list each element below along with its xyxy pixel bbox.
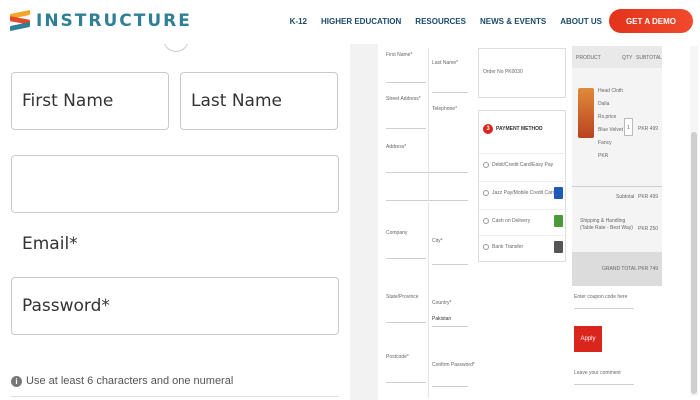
checkout-label: Last Name* — [432, 60, 459, 66]
grand-total-row: GRAND TOTAL PKR 749 — [572, 252, 662, 286]
input-line[interactable] — [386, 172, 468, 173]
password-hint-text: Use at least 6 characters and one numera… — [26, 375, 234, 387]
cash-icon — [554, 215, 563, 227]
input-line[interactable] — [386, 322, 426, 323]
input-line[interactable] — [386, 82, 426, 83]
nav-news-events[interactable]: NEWS & EVENTS — [480, 17, 546, 26]
checkout-label: State/Province — [386, 294, 419, 300]
checkout-label: Country* — [432, 300, 452, 306]
checkout-label: Postcode* — [386, 354, 409, 360]
payment-option[interactable]: Cash on Delivery — [479, 209, 567, 233]
nav-about-us[interactable]: ABOUT US — [560, 17, 602, 26]
country-value[interactable]: Pakistan — [432, 316, 451, 322]
input-line[interactable] — [432, 264, 468, 265]
blank-text-field[interactable] — [11, 155, 339, 213]
order-summary: PRODUCT QTY SUBTOTAL Head Cloth Dalia Rs… — [572, 46, 662, 286]
summary-col-subtotal: SUBTOTAL — [636, 55, 662, 61]
payment-option-label: Jazz Pay/Mobile Credit Card — [492, 190, 556, 196]
coupon-input[interactable] — [574, 308, 634, 309]
nav-resources[interactable]: RESOURCES — [415, 17, 466, 26]
brand-name: INSTRUCTURE — [36, 11, 192, 31]
radio-icon[interactable] — [483, 162, 489, 168]
payment-method-card: 3 PAYMENT METHOD Debit/Credit Card/Easy … — [478, 110, 567, 262]
payment-option[interactable]: Jazz Pay/Mobile Credit Card — [479, 181, 567, 205]
scroll-indicator — [163, 44, 189, 52]
email-label: Email* — [22, 234, 78, 254]
summary-divider — [572, 186, 662, 187]
comment-input[interactable] — [574, 384, 634, 385]
step-badge: 3 — [483, 124, 493, 134]
payment-option[interactable]: Bank Transfer — [479, 235, 567, 259]
product-line: Rs.price — [598, 114, 617, 120]
get-a-demo-button[interactable]: GET A DEMO — [609, 9, 693, 33]
coupon-label: Enter coupon code here — [574, 294, 628, 300]
checkout-label: Confirm Password* — [432, 362, 475, 368]
shipping-label: Shipping & Handling (Table Rate - Best W… — [580, 218, 633, 231]
input-line[interactable] — [386, 382, 426, 383]
product-line: PKR — [598, 153, 609, 159]
grand-total-value: PKR 749 — [638, 266, 659, 272]
last-name-field[interactable]: Last Name — [180, 72, 338, 130]
order-box: Order No PK0030 — [478, 48, 566, 98]
first-name-field[interactable]: First Name — [11, 72, 169, 130]
summary-col-qty: QTY — [622, 55, 633, 61]
apply-coupon-button[interactable]: Apply — [574, 326, 602, 352]
subtotal-label: Subtotal — [616, 194, 635, 200]
checkout-label: Company — [386, 230, 408, 236]
checkout-label: Street Address* — [386, 96, 421, 102]
payment-option-label: Cash on Delivery — [492, 218, 531, 224]
payment-option-label: Debit/Credit Card/Easy Pay — [492, 162, 554, 168]
checkout-label: First Name* — [386, 52, 413, 58]
checkout-label: City* — [432, 238, 443, 244]
radio-icon[interactable] — [483, 218, 489, 224]
summary-col-product: PRODUCT — [576, 55, 601, 61]
product-line: Blue Velvet — [598, 127, 624, 133]
payment-option[interactable]: Debit/Credit Card/Easy Pay — [479, 153, 567, 177]
password-hint: i Use at least 6 characters and one nume… — [11, 375, 233, 387]
subtotal-value: PKR 499 — [638, 194, 659, 200]
input-line[interactable] — [386, 128, 426, 129]
order-number: Order No PK0030 — [483, 69, 523, 75]
main-nav: K-12 HIGHER EDUCATION RESOURCES NEWS & E… — [276, 17, 602, 26]
product-image[interactable] — [578, 88, 594, 138]
payment-option-label: Bank Transfer — [492, 244, 524, 250]
summary-header: PRODUCT QTY SUBTOTAL — [572, 46, 662, 68]
panel-divider — [350, 44, 378, 400]
card-icon — [554, 187, 563, 199]
radio-icon[interactable] — [483, 190, 489, 196]
input-line[interactable] — [386, 258, 426, 259]
info-icon: i — [11, 375, 22, 387]
input-line[interactable] — [386, 200, 468, 201]
product-line: Dalia — [598, 101, 610, 107]
logo-mark-icon — [10, 9, 30, 32]
brand-logo[interactable]: INSTRUCTURE — [10, 9, 192, 32]
product-price: PKR 499 — [638, 126, 659, 132]
nav-higher-education[interactable]: HIGHER EDUCATION — [321, 17, 401, 26]
signup-form-panel: First Name Last Name Email* Password* i … — [0, 44, 350, 400]
nav-k12[interactable]: K-12 — [290, 17, 307, 26]
radio-icon[interactable] — [483, 244, 489, 250]
password-field[interactable]: Password* — [11, 277, 339, 335]
input-line[interactable] — [432, 92, 468, 93]
product-line: Fancy — [598, 140, 612, 146]
quantity-input[interactable]: 1 — [624, 118, 633, 136]
comment-label: Leave your comment — [574, 370, 621, 376]
payment-title: PAYMENT METHOD — [496, 126, 543, 132]
scrollbar-thumb[interactable] — [691, 132, 697, 394]
input-line[interactable] — [432, 386, 468, 387]
grand-total-label: GRAND TOTAL — [602, 266, 638, 272]
bank-icon — [554, 241, 563, 253]
divider-line — [11, 396, 339, 397]
site-header: INSTRUCTURE K-12 HIGHER EDUCATION RESOUR… — [0, 0, 700, 44]
checkout-label: Address* — [386, 144, 407, 150]
checkout-label: Telephone* — [432, 106, 458, 112]
checkout-preview: First Name* Last Name* Street Address* T… — [378, 44, 700, 400]
column-divider — [428, 48, 429, 398]
quantity-value: 1 — [627, 125, 630, 131]
product-line: Head Cloth — [598, 88, 624, 94]
shipping-value: PKR 250 — [638, 226, 659, 232]
input-line[interactable] — [432, 326, 468, 327]
